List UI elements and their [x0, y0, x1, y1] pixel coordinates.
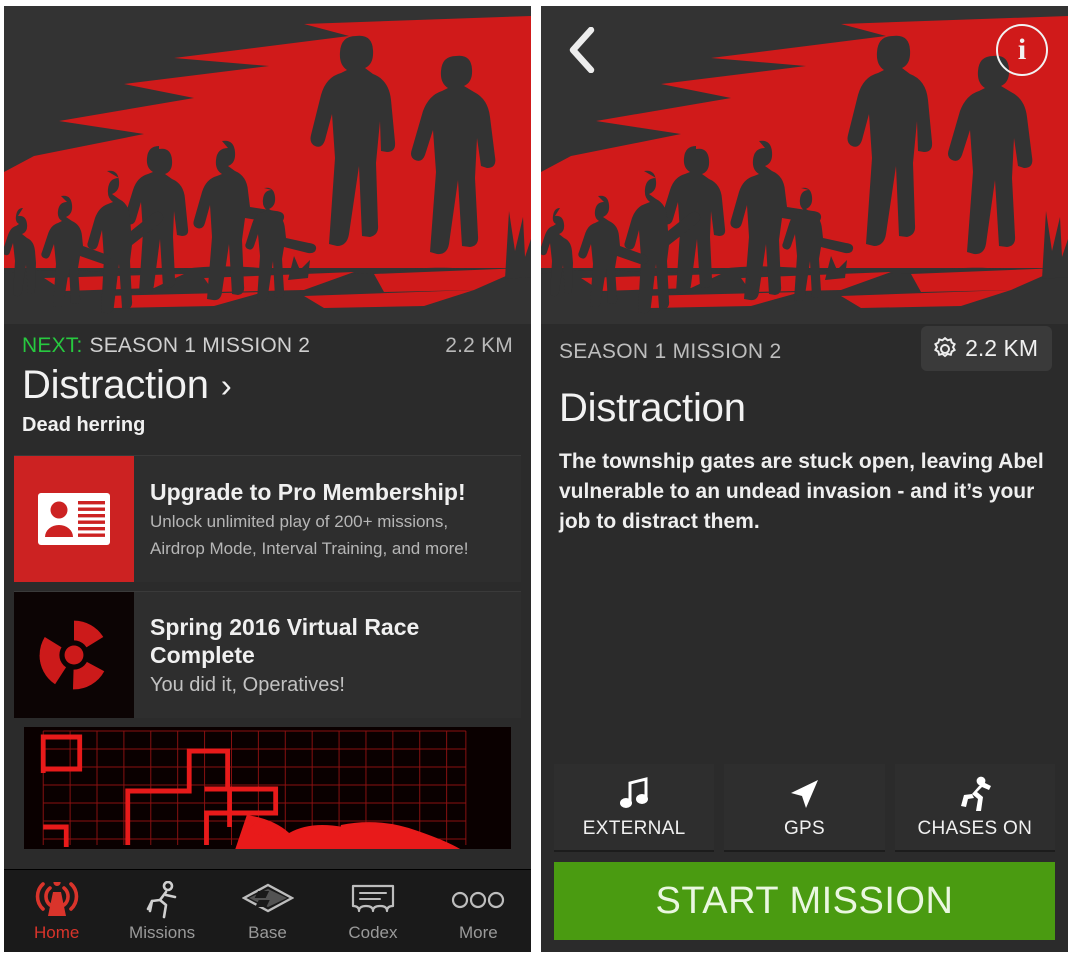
mission-detail-description: The township gates are stuck open, leavi…: [559, 450, 1044, 533]
promo-card-virtual-race[interactable]: Spring 2016 Virtual Race Complete You di…: [14, 591, 521, 719]
right-panel-mission-detail: i SEASON 1 MISSION 2 2.2 KM Distraction …: [541, 6, 1068, 952]
tab-missions-label: Missions: [129, 922, 196, 942]
tab-codex[interactable]: Codex: [320, 880, 425, 943]
bottom-tab-bar: Home Missions Base Codex More: [4, 869, 531, 952]
option-chases-label: CHASES ON: [917, 818, 1033, 839]
next-mission-block[interactable]: NEXT: SEASON 1 MISSION 2 2.2 KM Distract…: [4, 324, 531, 456]
option-external-label: EXTERNAL: [582, 818, 686, 839]
promo-card-desc: You did it, Operatives!: [150, 673, 345, 696]
info-glyph: i: [1017, 33, 1027, 66]
music-note-glyph: [620, 777, 649, 808]
codex-glyph: [351, 884, 395, 912]
music-note-icon: [619, 774, 649, 814]
mission-meta-row: SEASON 1 MISSION 2 2.2 KM: [541, 324, 1068, 371]
next-mission-title: Distraction: [22, 363, 209, 407]
mission-options-row: EXTERNAL GPS CHASES ON: [554, 764, 1055, 852]
chevron-right-icon[interactable]: ›: [221, 369, 232, 402]
radio-tower-icon: [34, 880, 80, 920]
start-mission-button[interactable]: START MISSION: [554, 862, 1055, 940]
next-season-label: SEASON 1 MISSION 2: [89, 334, 311, 357]
next-mission-subtitle: Dead herring: [22, 414, 146, 437]
info-icon[interactable]: i: [996, 24, 1048, 76]
distance-badge-label: 2.2 KM: [965, 335, 1038, 361]
promo-card-title: Upgrade to Pro Membership!: [150, 478, 466, 505]
base-map-card[interactable]: [24, 727, 511, 850]
radiation-icon: [14, 592, 134, 719]
back-chevron-icon[interactable]: [559, 24, 605, 76]
runner-glyph: [960, 776, 991, 811]
promo-card-body: Upgrade to Pro Membership! Unlock unlimi…: [134, 456, 521, 582]
ellipsis-icon: [451, 880, 505, 920]
left-panel-home-screen: NEXT: SEASON 1 MISSION 2 2.2 KM Distract…: [4, 6, 531, 952]
mission-detail-header-icons: i: [541, 6, 1068, 101]
id-card-glyph: [38, 493, 110, 546]
radiation-glyph: [39, 620, 105, 690]
base-glyph: [241, 883, 294, 912]
gear-icon: [934, 336, 957, 357]
next-label: NEXT:: [22, 334, 83, 357]
tab-home[interactable]: Home: [4, 880, 109, 943]
promo-card-body: Spring 2016 Virtual Race Complete You di…: [134, 592, 521, 718]
runner-icon: [959, 774, 991, 814]
option-gps-label: GPS: [783, 818, 825, 839]
screenshot-root: NEXT: SEASON 1 MISSION 2 2.2 KM Distract…: [0, 0, 1080, 956]
base-map-grid: [24, 727, 511, 850]
hero-artwork-left: [4, 6, 531, 324]
mission-controls: EXTERNAL GPS CHASES ON START MISSION: [541, 764, 1068, 952]
tab-codex-label: Codex: [348, 922, 398, 942]
tab-more-label: More: [458, 922, 498, 942]
zombie-horde-illustration: [4, 6, 531, 324]
promo-card-list: Upgrade to Pro Membership! Unlock unlimi…: [4, 455, 531, 850]
distance-badge[interactable]: 2.2 KM: [921, 326, 1052, 371]
tab-missions[interactable]: Missions: [109, 880, 214, 943]
runner-icon: [144, 880, 180, 920]
next-distance-label: 2.2 KM: [445, 334, 513, 357]
back-chevron-glyph: [569, 27, 595, 73]
mission-detail-title: Distraction: [559, 386, 746, 430]
tab-home-label: Home: [34, 922, 80, 942]
promo-card-title: Spring 2016 Virtual Race Complete: [150, 613, 420, 668]
runner-glyph: [146, 880, 177, 918]
navigation-arrow-icon: [787, 774, 821, 814]
next-mission-meta: NEXT: SEASON 1 MISSION 2 2.2 KM: [22, 334, 513, 358]
navigation-arrow-glyph: [791, 780, 819, 808]
promo-card-desc-line2: Airdrop Mode, Interval Training, and mor…: [150, 539, 469, 559]
promo-card-pro-membership[interactable]: Upgrade to Pro Membership! Unlock unlimi…: [14, 455, 521, 583]
tab-more[interactable]: More: [426, 880, 531, 943]
ellipsis-glyph: [452, 891, 505, 908]
option-external-audio[interactable]: EXTERNAL: [554, 764, 715, 852]
option-chases[interactable]: CHASES ON: [894, 764, 1055, 852]
option-gps[interactable]: GPS: [724, 764, 885, 852]
radio-tower-glyph: [35, 881, 78, 916]
tab-base-label: Base: [248, 922, 287, 942]
base-icon: [241, 880, 294, 920]
codex-icon: [350, 880, 396, 920]
promo-card-desc-line1: Unlock unlimited play of 200+ missions,: [150, 511, 449, 531]
tab-base[interactable]: Base: [215, 880, 320, 943]
id-card-icon: [14, 456, 134, 583]
next-mission-title-row[interactable]: Distraction ›: [22, 363, 513, 407]
